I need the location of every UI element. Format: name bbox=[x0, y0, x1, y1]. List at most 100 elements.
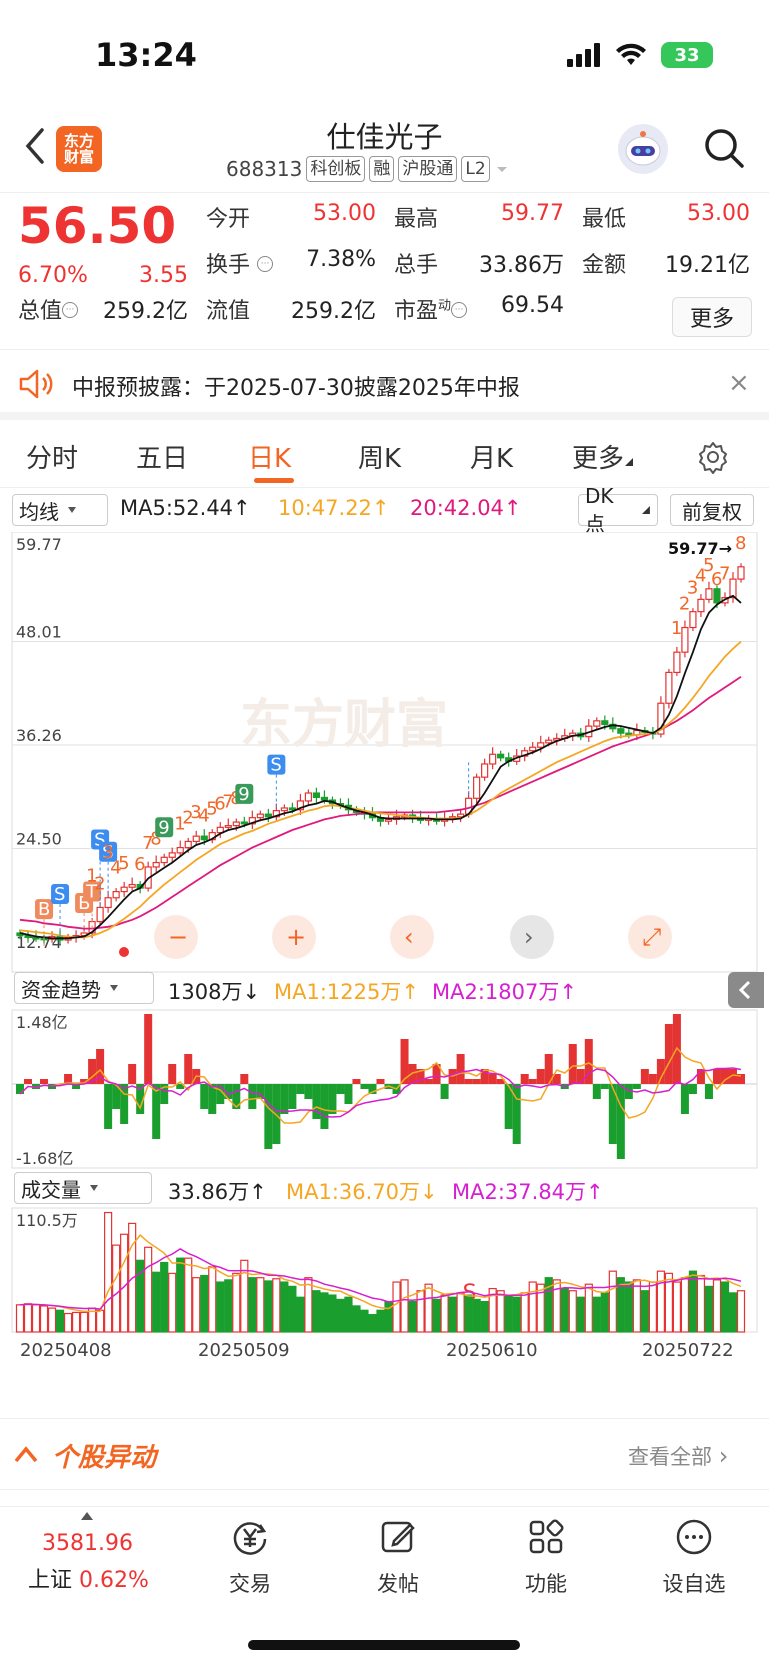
fund-bar-out bbox=[632, 1084, 641, 1089]
fund-ma1-line bbox=[19, 1046, 742, 1124]
volume-bar-up bbox=[456, 1292, 465, 1333]
volume-bar-down bbox=[512, 1296, 521, 1333]
indicator-select[interactable]: 均线 bbox=[12, 494, 108, 526]
index-widget[interactable]: 3581.96 上证 0.62% bbox=[28, 1531, 149, 1594]
info-icon: ··· bbox=[257, 256, 274, 272]
fund-indicator-select[interactable]: 资金趋势 bbox=[14, 972, 154, 1004]
tab-intraday[interactable]: 分时 bbox=[26, 438, 78, 475]
close-icon[interactable]: × bbox=[728, 368, 750, 398]
max-price-marker: 59.77→ bbox=[668, 539, 732, 558]
candle-up bbox=[192, 835, 200, 843]
candle-up bbox=[184, 840, 192, 849]
tab-more[interactable]: 更多 bbox=[572, 438, 634, 475]
stock-alert-section[interactable]: 个股异动 查看全部 › bbox=[0, 1418, 769, 1490]
volume-bar-up bbox=[96, 1309, 105, 1333]
volume-indicator-select[interactable]: 成交量 bbox=[14, 1172, 152, 1204]
nav-trade[interactable]: 交易 bbox=[200, 1517, 300, 1598]
tab-monthly-k[interactable]: 月K bbox=[470, 438, 513, 475]
fund-bar-in bbox=[648, 1074, 657, 1084]
volume-bar-down bbox=[464, 1294, 473, 1333]
price-axis-label: 36.26 bbox=[16, 726, 62, 745]
stock-subtitle[interactable]: 688313 科创板 融 沪股通 L2 bbox=[226, 156, 510, 182]
fund-ma1: MA1:1225万↑ bbox=[274, 980, 419, 1004]
candle-down bbox=[240, 821, 248, 825]
apps-grid-icon bbox=[529, 1519, 564, 1554]
ma10-value: 10:47.22↑ bbox=[278, 496, 390, 520]
candle-up bbox=[681, 626, 689, 653]
collapse-panel-button[interactable] bbox=[728, 972, 764, 1008]
signal-label: 5 bbox=[118, 853, 129, 874]
tag-connect: 沪股通 bbox=[398, 156, 458, 182]
ma10-text: 10:47.22 bbox=[278, 496, 372, 520]
volume-bar-down bbox=[472, 1298, 481, 1333]
fund-bar-out bbox=[320, 1084, 329, 1129]
volume-bar-up bbox=[39, 1305, 49, 1333]
assistant-robot-icon[interactable] bbox=[618, 124, 668, 174]
volume-bar-up bbox=[568, 1290, 577, 1333]
signal-label: S bbox=[54, 884, 65, 905]
status-bar: 13:24 33 bbox=[0, 0, 769, 110]
candle-up bbox=[168, 852, 176, 858]
turnover-value: 7.38% bbox=[306, 247, 376, 272]
candle-up bbox=[529, 746, 537, 752]
fund-bar-in bbox=[144, 1014, 153, 1084]
candle-up bbox=[689, 611, 697, 629]
view-all-link[interactable]: 查看全部 › bbox=[628, 1441, 728, 1471]
pe-label[interactable]: 市盈动 ··· bbox=[394, 293, 468, 325]
current-day-dot bbox=[119, 947, 129, 957]
fund-bar-in bbox=[128, 1064, 137, 1084]
notice-bar[interactable]: 中报预披露：于2025-07-30披露2025年中报 × bbox=[0, 350, 769, 420]
nav-set-watchlist[interactable]: 设自选 bbox=[644, 1517, 744, 1598]
volume-value: 33.86万 bbox=[479, 253, 564, 278]
more-quote-button[interactable]: 更多 bbox=[672, 297, 752, 337]
ma20-text: 20:42.04 bbox=[410, 496, 504, 520]
chevron-up-icon bbox=[14, 1446, 38, 1463]
tab-daily-k[interactable]: 日K bbox=[248, 438, 291, 475]
settings-gear-icon[interactable] bbox=[696, 440, 730, 474]
signal-label: 8 bbox=[735, 533, 746, 554]
view-all-text: 查看全部 bbox=[628, 1445, 712, 1469]
change-percent: 6.70% bbox=[18, 263, 88, 288]
tab-five-day[interactable]: 五日 bbox=[136, 438, 188, 475]
fund-bar-out bbox=[512, 1084, 521, 1144]
volume-bar-down bbox=[688, 1270, 698, 1333]
candle-up bbox=[673, 651, 681, 674]
chart-toolbar: 均线 MA5:52.44↑ 10:47.22↑ 20:42.04↑ DK点 前复… bbox=[0, 484, 769, 536]
volume-bar-up bbox=[416, 1290, 425, 1333]
candle-up bbox=[256, 813, 264, 819]
fund-bar-out bbox=[616, 1084, 625, 1159]
fund-bar-out bbox=[680, 1084, 689, 1114]
volume-bar-down bbox=[264, 1280, 273, 1333]
tab-weekly-k[interactable]: 周K bbox=[358, 438, 401, 475]
tag-margin: 融 bbox=[369, 156, 395, 182]
volume-bar-up bbox=[144, 1246, 153, 1333]
nav-post[interactable]: 发帖 bbox=[348, 1517, 448, 1598]
candle-up bbox=[304, 792, 312, 802]
fund-bar-in bbox=[712, 1069, 721, 1084]
triangle-down-icon bbox=[625, 458, 634, 466]
search-icon[interactable] bbox=[700, 124, 748, 172]
pe-value: 69.54 bbox=[501, 293, 564, 318]
adjust-select[interactable]: 前复权 bbox=[670, 494, 754, 526]
price-axis-label: 59.77 bbox=[16, 535, 62, 554]
candle-up bbox=[120, 886, 128, 893]
fund-bar-in bbox=[720, 1069, 729, 1084]
volume-bar-down bbox=[560, 1287, 569, 1333]
period-tabs: 分时 五日 日K 周K 月K 更多 bbox=[0, 428, 769, 488]
nav-functions[interactable]: 功能 bbox=[496, 1517, 596, 1598]
volume-bar-down bbox=[384, 1300, 393, 1333]
tag-board: 科创板 bbox=[306, 156, 366, 182]
turnover-label[interactable]: 换手 ··· bbox=[206, 247, 274, 279]
speaker-icon bbox=[19, 369, 53, 399]
dk-point-select[interactable]: DK点 bbox=[578, 484, 658, 536]
volume-bar-up bbox=[31, 1304, 41, 1333]
volume-bar-up bbox=[520, 1292, 529, 1333]
fund-bar-in bbox=[424, 1079, 433, 1084]
fund-ma2-line bbox=[19, 1067, 742, 1118]
open-label: 今开 bbox=[206, 207, 251, 232]
volume-bar-down bbox=[720, 1281, 730, 1333]
volume-bar-up bbox=[63, 1312, 73, 1333]
mktcap-label[interactable]: 总值 ··· bbox=[18, 293, 79, 325]
volume-bar-up bbox=[47, 1307, 57, 1333]
volume-bar-up bbox=[496, 1290, 505, 1333]
